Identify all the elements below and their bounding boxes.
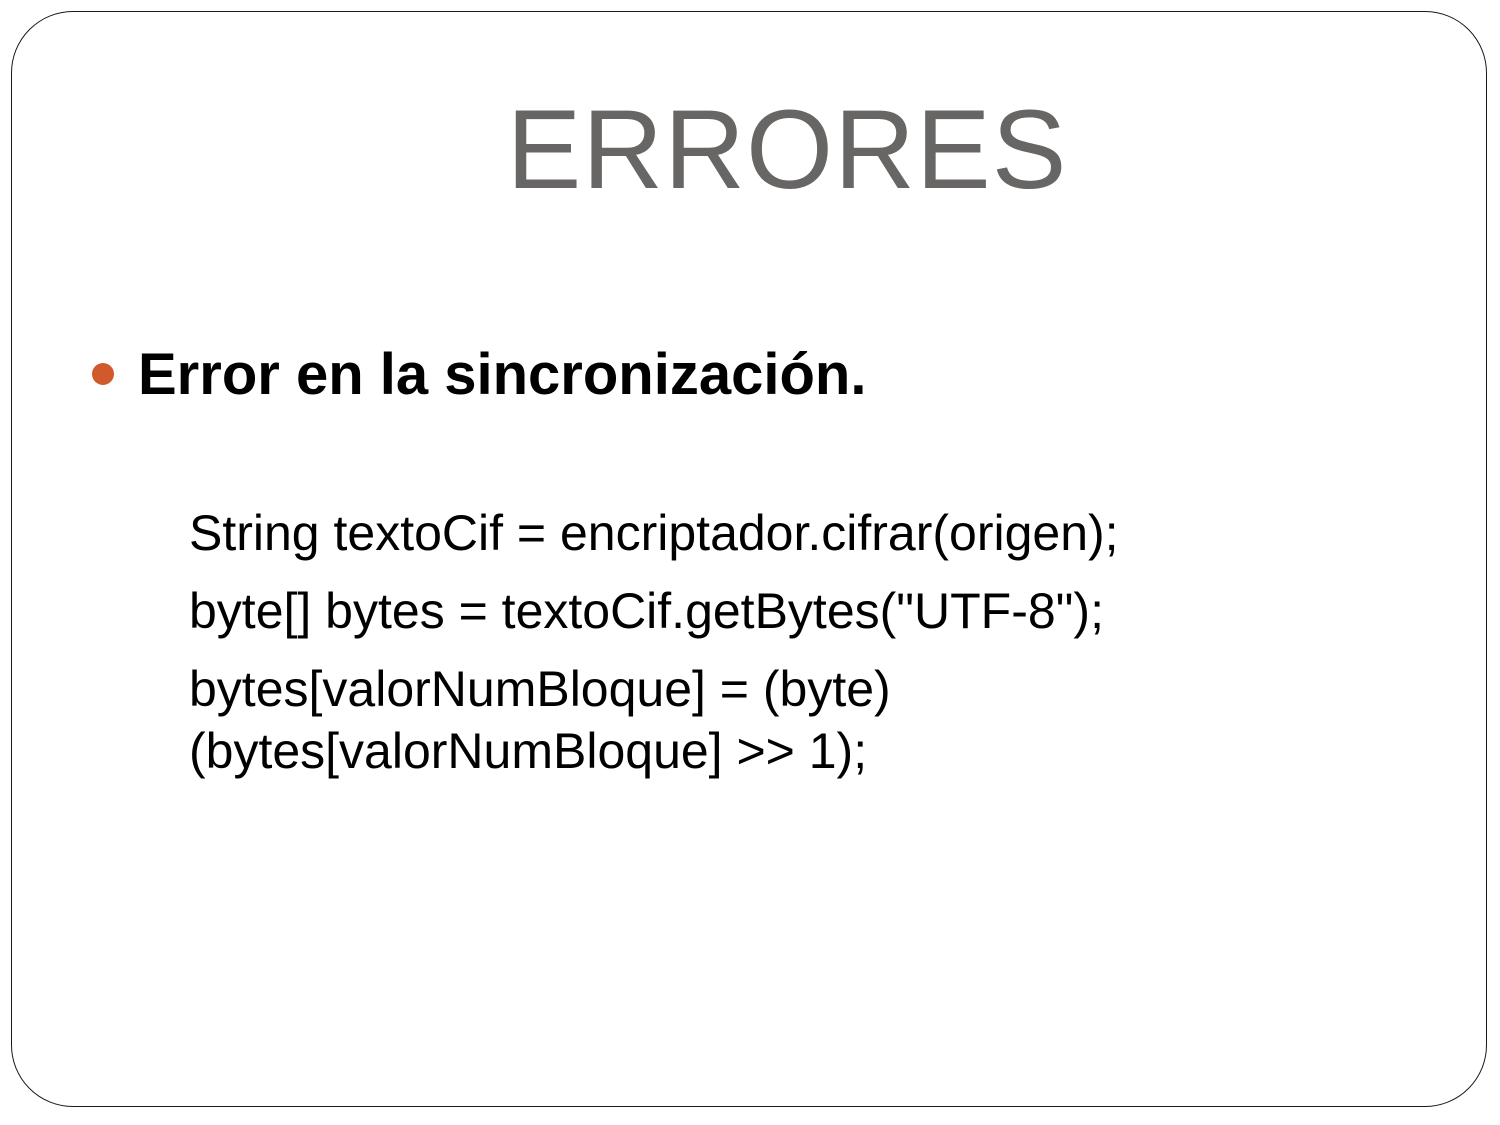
code-line-4: (bytes[valorNumBloque] >> 1); bbox=[189, 723, 868, 779]
slide-title: ERRORES bbox=[506, 87, 1068, 212]
bullet-text: Error en la sincronización. bbox=[138, 341, 867, 407]
code-line-1: String textoCif = encriptador.cifrar(ori… bbox=[189, 505, 1119, 561]
code-line-3: bytes[valorNumBloque] = (byte) bbox=[189, 661, 891, 717]
code-line-2: byte[] bytes = textoCif.getBytes("UTF-8"… bbox=[189, 583, 1104, 639]
bullet-item: Error en la sincronización. bbox=[92, 336, 866, 412]
code-block: String textoCif = encriptador.cifrar(ori… bbox=[189, 502, 1289, 798]
bullet-dot-icon bbox=[92, 363, 114, 385]
